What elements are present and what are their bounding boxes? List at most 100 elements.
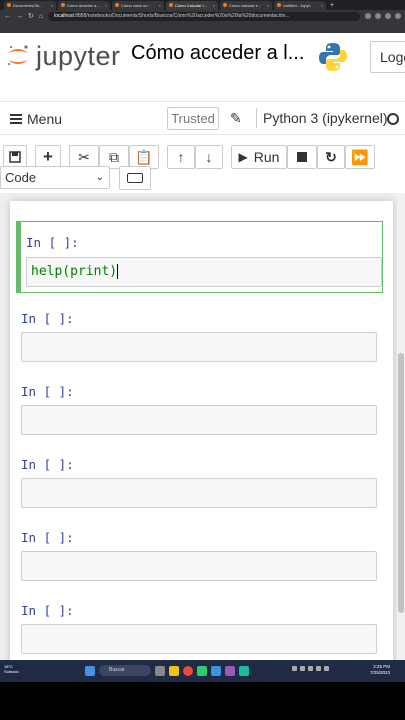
browser-tab[interactable]: Untitled - Jupyt... × (274, 0, 326, 10)
windows-start-icon[interactable] (85, 665, 95, 676)
python-logo-icon (319, 43, 347, 71)
chrome-icon[interactable] (183, 665, 193, 676)
code-cell[interactable]: In [ ]: (16, 444, 383, 510)
cell-input[interactable] (21, 405, 377, 435)
app-icon[interactable] (239, 665, 249, 676)
cell-input[interactable] (21, 551, 377, 581)
notebook-area: In [ ]: help(print) In [ ]: In [ ]: In [… (0, 193, 405, 681)
task-view-icon[interactable] (155, 665, 165, 676)
forward-icon[interactable]: → (16, 13, 23, 20)
weather-widget[interactable]: 18°C Soleado (4, 664, 19, 674)
logout-button[interactable]: Logo (370, 41, 405, 73)
screen-frame: Documents/Sh... × Cómo acceder a... × Cómo… (0, 0, 405, 720)
tray-icon[interactable] (308, 666, 313, 671)
jupyter-favicon-icon (277, 3, 281, 7)
notebook-container: In [ ]: help(print) In [ ]: In [ ]: In [… (10, 201, 393, 681)
restart-run-all-button[interactable]: ⏩ (345, 145, 375, 169)
cell-input[interactable] (21, 332, 377, 362)
close-icon[interactable]: × (267, 3, 269, 8)
command-palette-button[interactable] (119, 166, 151, 190)
volume-icon[interactable] (324, 666, 329, 671)
cell-input[interactable]: help(print) (26, 257, 382, 287)
browser-tab[interactable]: Cómo crear un... × (112, 0, 164, 10)
code-cell[interactable]: In [ ]: (16, 517, 383, 583)
browser-tab-label: Cómo calcular e... (229, 2, 262, 8)
browser-tab-label: Documents/Sh... (13, 2, 43, 8)
close-icon[interactable]: × (321, 3, 323, 8)
menubar: Menu Trusted ✎ Python 3 (ipykernel) (0, 101, 405, 135)
browser-bookmark-bar (0, 22, 405, 33)
cell-input[interactable] (21, 478, 377, 508)
kernel-status-icon (387, 113, 399, 125)
browser-address-bar: ← → ↻ ⌂ localhost:8888/notebooks/Documen… (0, 10, 405, 22)
tray-icon[interactable] (300, 666, 305, 671)
url-path: :8888/notebooks/Documents/Shorts/Basicos… (73, 12, 290, 19)
url-input[interactable]: localhost:8888/notebooks/Documents/Short… (48, 11, 360, 21)
close-icon[interactable]: × (51, 3, 53, 8)
code-cell[interactable]: In [ ]: (16, 371, 383, 437)
wifi-icon[interactable] (316, 666, 321, 671)
scrollbar[interactable] (397, 193, 405, 681)
code-cell-selected[interactable]: In [ ]: help(print) (16, 221, 383, 293)
jupyter-favicon-icon (115, 3, 119, 7)
copy-icon: ⧉ (109, 148, 119, 165)
home-icon[interactable]: ⌂ (39, 13, 43, 20)
tray-icon[interactable] (292, 666, 297, 671)
file-explorer-icon[interactable] (169, 665, 179, 676)
taskbar-search[interactable]: Buscar (99, 665, 151, 676)
jupyter-favicon-icon (7, 3, 11, 7)
interrupt-button[interactable] (287, 145, 317, 169)
menu-button[interactable]: Menu (10, 111, 62, 127)
cell-input[interactable] (21, 624, 377, 654)
notebook-title[interactable]: Cómo acceder a l... (131, 42, 304, 65)
app-icon[interactable] (225, 665, 235, 676)
move-up-button[interactable]: ↑ (167, 145, 195, 169)
play-icon: ▶ (238, 150, 248, 164)
browser-tab-active[interactable]: Cómo Calcular l... × (166, 0, 218, 10)
browser-tab-label: Cómo acceder a... (67, 2, 100, 8)
plus-icon: + (43, 147, 53, 166)
windows-taskbar: 18°C Soleado Buscar 2:25 PM 7/25/2023 (0, 660, 405, 682)
cell-prompt: In [ ]: (21, 311, 74, 326)
cell-prompt: In [ ]: (26, 235, 79, 250)
extension-icon[interactable] (375, 13, 381, 19)
trusted-indicator[interactable]: Trusted (167, 107, 219, 130)
browser-menu-icon[interactable] (395, 13, 401, 19)
run-label: Run (253, 149, 280, 165)
move-down-button[interactable]: ↓ (195, 145, 223, 169)
jupyter-logo[interactable]: jupyter (5, 37, 130, 75)
taskbar-apps: Buscar (85, 665, 249, 676)
scissors-icon: ✂ (78, 148, 90, 165)
edit-pencil-icon[interactable]: ✎ (230, 110, 242, 127)
close-icon[interactable]: × (159, 3, 161, 8)
arrow-up-icon: ↑ (177, 149, 185, 165)
back-icon[interactable]: ← (4, 13, 11, 20)
app-icon[interactable] (211, 665, 221, 676)
cell-type-select[interactable]: Code ⌄ (0, 166, 110, 189)
cell-prompt: In [ ]: (21, 603, 74, 618)
browser-tab-label: Cómo Calcular l... (175, 2, 207, 8)
clock-date: 7/25/2023 (370, 670, 391, 675)
browser-tab[interactable]: Cómo calcular e... × (220, 0, 272, 10)
run-button[interactable]: ▶ Run (231, 145, 287, 169)
code-cell[interactable]: In [ ]: (16, 298, 383, 364)
restart-button[interactable]: ↻ (317, 145, 345, 169)
scrollbar-thumb[interactable] (398, 353, 404, 613)
browser-tab-label: Cómo crear un... (121, 2, 151, 8)
close-icon[interactable]: × (213, 3, 215, 8)
profile-icon[interactable] (385, 13, 391, 19)
jupyter-favicon-icon (169, 3, 173, 7)
app-icon[interactable] (197, 665, 207, 676)
chevron-down-icon: ⌄ (95, 172, 104, 183)
reload-icon[interactable]: ↻ (28, 12, 34, 20)
extension-icon[interactable] (365, 13, 371, 19)
kernel-name[interactable]: Python 3 (ipykernel) (256, 108, 388, 128)
new-tab-icon[interactable]: + (330, 2, 334, 9)
code-cell[interactable]: In [ ]: (16, 590, 383, 656)
jupyter-favicon-icon (223, 3, 227, 7)
fast-forward-icon: ⏩ (351, 148, 369, 165)
close-icon[interactable]: × (105, 3, 107, 8)
browser-tab[interactable]: Documents/Sh... × (4, 0, 56, 10)
browser-tab[interactable]: Cómo acceder a... × (58, 0, 110, 10)
taskbar-clock[interactable]: 2:25 PM 7/25/2023 (370, 664, 390, 676)
